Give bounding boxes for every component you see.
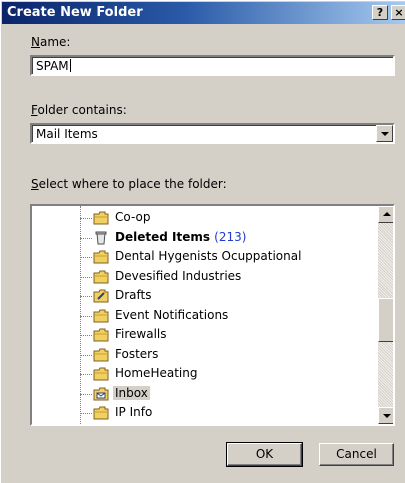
tree-connector xyxy=(80,335,92,336)
tree-connector xyxy=(80,354,92,356)
tree-connector xyxy=(80,393,92,395)
tree-connector xyxy=(80,374,92,375)
name-label-text: ame: xyxy=(39,35,71,49)
tree-item-text: Drafts xyxy=(115,288,152,302)
tree-item-text: Co-op xyxy=(115,210,151,224)
tree-connector xyxy=(80,276,92,278)
tree-item-label: Dental Hygenists Ocuppational xyxy=(113,249,303,263)
tree-connector xyxy=(80,218,92,219)
name-input-value: SPAM xyxy=(36,59,71,73)
folder-contains-value: Mail Items xyxy=(36,127,98,141)
window-title: Create New Folder xyxy=(7,5,143,20)
text-caret xyxy=(69,59,71,72)
tree-connector xyxy=(80,237,92,239)
cancel-button[interactable]: Cancel xyxy=(319,443,394,466)
tree-connector xyxy=(80,296,92,297)
tree-item-text: Devesified Industries xyxy=(115,268,242,283)
folder-icon xyxy=(93,309,109,323)
tree-item-label: Devesified Industries xyxy=(113,269,243,283)
arrow-down-icon xyxy=(383,414,391,418)
folder-contains-label-text: older contains: xyxy=(37,103,127,117)
tree-item-text: Event Notifications xyxy=(115,307,229,322)
tree-item-label: Inbox xyxy=(113,385,150,400)
folder-icon xyxy=(93,367,109,381)
tree-item-label: Firewalls xyxy=(113,327,169,341)
folder-contains-dropdown-button[interactable] xyxy=(376,125,393,142)
deleted-items-icon xyxy=(93,231,109,245)
folder-icon xyxy=(93,270,109,284)
folder-icon xyxy=(93,250,109,264)
tree-item-text: Inbox xyxy=(115,385,148,400)
help-button[interactable]: ? xyxy=(372,5,388,20)
tree-item-label: Drafts xyxy=(113,288,154,302)
place-folder-label-text: elect where to place the folder: xyxy=(38,177,227,191)
ok-button[interactable]: OK xyxy=(226,442,303,467)
folder-icon xyxy=(93,328,109,342)
scroll-up-button[interactable] xyxy=(378,206,393,223)
name-input[interactable]: SPAM xyxy=(30,55,395,76)
drafts-icon xyxy=(93,289,109,303)
arrow-up-icon xyxy=(383,212,391,216)
tree-connector xyxy=(80,315,92,317)
close-button[interactable]: × xyxy=(391,5,405,20)
scroll-down-button[interactable] xyxy=(378,407,393,424)
tree-item-text: Dental Hygenists Ocuppational xyxy=(115,249,302,263)
folder-contains-select[interactable]: Mail Items xyxy=(30,123,395,144)
tree-item-label: Co-op xyxy=(113,210,152,224)
tree-item-label: Deleted Items (213) xyxy=(113,230,248,244)
create-new-folder-dialog: Create New Folder ? × Name: SPAM Folder … xyxy=(0,0,405,483)
folder-icon xyxy=(93,406,109,420)
place-folder-mnemonic: S xyxy=(31,177,39,191)
tree-item-label: Fosters xyxy=(113,347,160,361)
tree-item-label: Event Notifications xyxy=(113,308,230,322)
tree-vertical-scrollbar[interactable] xyxy=(378,206,393,424)
unread-count: (213) xyxy=(214,229,247,244)
name-label-mnemonic: N xyxy=(31,35,40,49)
folder-contains-label: Folder contains: xyxy=(31,103,127,117)
scroll-thumb[interactable] xyxy=(378,298,393,342)
name-input-text: SPAM xyxy=(36,59,69,73)
tree-item-text: HomeHeating xyxy=(115,366,198,380)
tree-item-label: IP Info xyxy=(113,405,154,419)
folder-icon xyxy=(93,211,109,225)
chevron-down-icon xyxy=(381,132,389,136)
tree-item-text: Fosters xyxy=(115,346,159,361)
title-bar[interactable]: Create New Folder ? × xyxy=(2,2,405,24)
tree-connector xyxy=(80,257,92,258)
tree-item-text: Firewalls xyxy=(115,327,167,341)
inbox-icon xyxy=(93,387,109,401)
folder-icon xyxy=(93,348,109,362)
tree-connector xyxy=(80,413,92,414)
tree-item-label: HomeHeating xyxy=(113,366,199,380)
name-label: Name: xyxy=(31,35,70,49)
folder-tree[interactable]: Co-op Deleted Items (213) Dental Hygenists… xyxy=(30,204,395,426)
tree-item-text: IP Info xyxy=(115,405,153,419)
place-folder-label: Select where to place the folder: xyxy=(31,177,227,191)
tree-item-text: Deleted Items xyxy=(115,229,210,244)
